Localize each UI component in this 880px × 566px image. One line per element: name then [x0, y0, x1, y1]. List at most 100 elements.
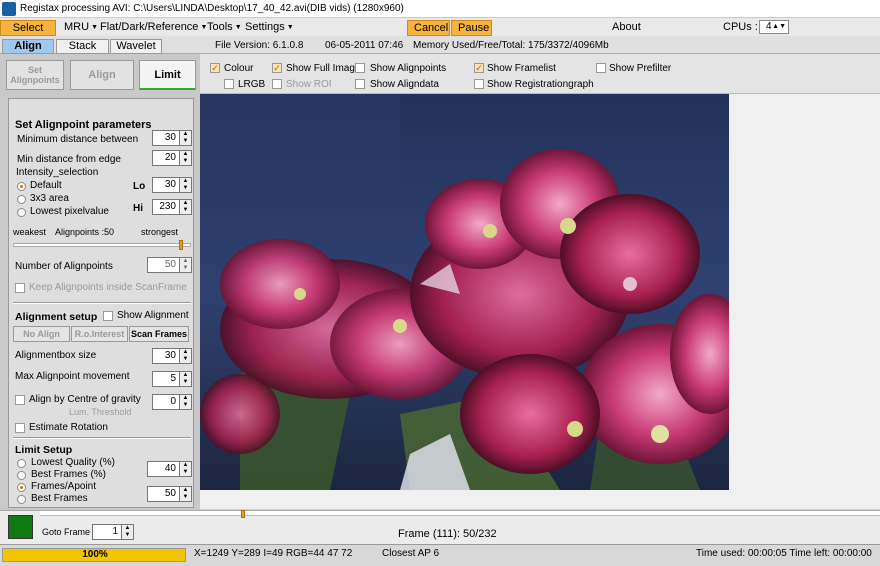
lowest-quality-label: Lowest Quality (%)	[31, 457, 115, 468]
menu-about[interactable]: About	[606, 20, 647, 36]
hi-value: 230	[159, 201, 176, 212]
show-prefilter-checkbox[interactable]	[596, 63, 606, 73]
show-aligndata-checkbox[interactable]	[355, 79, 365, 89]
menu-flat-dark-reference[interactable]: Flat/Dark/Reference ▼	[94, 20, 213, 36]
min-distance-between-value: 30	[164, 132, 176, 143]
set-alignpoints-button[interactable]: Set Alignpoints	[6, 60, 64, 90]
window-title: Registax processing AVI: C:\Users\LINDA\…	[20, 3, 404, 14]
min-distance-between-stepper[interactable]: 30 ▲ ▼	[152, 130, 192, 146]
no-align-button[interactable]: No Align	[13, 326, 70, 342]
menu-settings-label: Settings	[245, 21, 285, 33]
parameters-frame: Set Alignpoint parameters Minimum distan…	[8, 98, 194, 508]
alignpoints-slider-track[interactable]	[13, 240, 191, 250]
show-registrationgraph-label: Show Registrationgraph	[487, 79, 594, 90]
align-button[interactable]: Align	[70, 60, 134, 90]
option-3x3-label: 3x3 area	[30, 193, 69, 204]
file-version: File Version: 6.1.0.8	[215, 40, 304, 51]
estimate-rotation-label: Estimate Rotation	[29, 422, 108, 433]
alignmentbox-size-label: Alignmentbox size	[15, 350, 97, 361]
estimate-rotation-checkbox[interactable]	[15, 423, 25, 433]
pause-button[interactable]: Pause	[451, 20, 492, 36]
stepper-icon: ▲▼	[179, 178, 191, 192]
min-distance-edge-stepper[interactable]: 20 ▲ ▼	[152, 150, 192, 166]
menu-select[interactable]: Select	[0, 20, 56, 36]
divider	[13, 437, 191, 439]
radio-default[interactable]	[17, 182, 26, 191]
num-alignpoints-stepper[interactable]: 50 ▲ ▼	[147, 257, 192, 273]
centre-gravity-checkbox[interactable]	[15, 395, 25, 405]
frame-info: Frame (111): 50/232	[398, 528, 497, 540]
chevron-down-icon: ▼	[286, 24, 294, 31]
frame-image[interactable]	[200, 94, 729, 490]
show-full-image-checkbox[interactable]: ✓	[272, 63, 282, 73]
scan-frames-button[interactable]: Scan Frames	[129, 326, 189, 342]
tab-stack[interactable]: Stack	[56, 39, 109, 54]
alignmentbox-size-stepper[interactable]: 30 ▲ ▼	[152, 348, 192, 364]
memory-info: Memory Used/Free/Total: 175/3372/4096Mb	[413, 40, 609, 51]
cpus-label: CPUs :	[723, 21, 758, 33]
max-movement-stepper[interactable]: 5 ▲ ▼	[152, 371, 192, 387]
limit-value-2: 50	[164, 488, 176, 499]
lrgb-checkbox[interactable]	[224, 79, 234, 89]
bottom-bar: Goto Frame 1 ▲ ▼ Frame (111): 50/232	[0, 510, 880, 544]
goto-frame-stepper[interactable]: 1 ▲ ▼	[92, 524, 134, 540]
show-alignment-label: Show Alignment	[117, 310, 189, 321]
best-frames-label: Best Frames	[31, 493, 88, 504]
limit-value-1-stepper[interactable]: 40 ▲ ▼	[147, 461, 192, 477]
show-framelist-checkbox[interactable]: ✓	[474, 63, 484, 73]
radio-frames-apoint[interactable]	[17, 483, 26, 492]
cancel-button[interactable]: Cancel	[407, 20, 450, 36]
lo-value: 30	[164, 179, 176, 190]
option-default-label: Default	[30, 180, 62, 191]
show-alignpoints-label: Show Alignpoints	[370, 63, 447, 74]
radio-3x3[interactable]	[17, 195, 26, 204]
limit-setup-heading: Limit Setup	[15, 444, 73, 456]
limit-button[interactable]: Limit	[139, 60, 196, 90]
goto-frame-value: 1	[112, 526, 118, 537]
strongest-label: strongest	[141, 227, 179, 237]
time-info: Time used: 00:00:05 Time left: 00:00:00	[696, 548, 872, 559]
menu-settings[interactable]: Settings ▼	[239, 20, 300, 36]
menu-tools-label: Tools	[207, 21, 233, 33]
frames-apoint-label: Frames/Apoint	[31, 481, 97, 492]
goto-frame-label: Goto Frame	[42, 527, 91, 537]
show-roi-checkbox[interactable]	[272, 79, 282, 89]
color-swatch	[8, 515, 33, 539]
radio-lowest-pixel[interactable]	[17, 208, 26, 217]
max-movement-value: 5	[170, 373, 176, 384]
frame-slider-thumb[interactable]	[240, 510, 245, 518]
lum-threshold-label: Lum. Threshold	[69, 407, 132, 417]
tab-align[interactable]: Align	[2, 39, 54, 54]
title-bar: Registax processing AVI: C:\Users\LINDA\…	[0, 0, 880, 18]
show-prefilter-label: Show Prefilter	[609, 63, 672, 74]
divider	[13, 302, 191, 304]
stepper-icon: ▲▼	[179, 349, 191, 363]
show-roi-label: Show ROI	[286, 79, 332, 90]
radio-best-frames-pct[interactable]	[17, 471, 26, 480]
stepper-icon: ▲▼	[179, 151, 191, 165]
colour-checkbox[interactable]: ✓	[210, 63, 220, 73]
show-alignpoints-checkbox[interactable]	[355, 63, 365, 73]
coords-readout: X=1249 Y=289 I=49 RGB=44 47 72	[194, 548, 353, 559]
roi-button[interactable]: R.o.Interest	[71, 326, 128, 342]
radio-best-frames[interactable]	[17, 495, 26, 504]
limit-value-2-stepper[interactable]: 50 ▲ ▼	[147, 486, 192, 502]
radio-lowest-quality[interactable]	[17, 459, 26, 468]
cpus-stepper[interactable]: 4 ▲▼	[759, 20, 789, 34]
menu-bar: Select MRU ▼ Flat/Dark/Reference ▼ Tools ▼ …	[0, 18, 880, 36]
alignpoints-slider-thumb[interactable]	[179, 240, 184, 250]
frame-slider-track[interactable]	[40, 510, 880, 518]
show-registrationgraph-checkbox[interactable]	[474, 79, 484, 89]
weakest-label: weakest	[13, 227, 47, 237]
image-viewer[interactable]	[200, 94, 880, 509]
option-lowest-pixel-label: Lowest pixelvalue	[30, 206, 109, 217]
lo-stepper[interactable]: 30 ▲ ▼	[152, 177, 192, 193]
centre-gravity-stepper[interactable]: 0 ▲ ▼	[152, 394, 192, 410]
min-distance-edge-value: 20	[164, 152, 176, 163]
num-alignpoints-label: Number of Alignpoints	[15, 261, 113, 272]
hi-stepper[interactable]: 230 ▲ ▼	[152, 199, 192, 215]
show-alignment-checkbox[interactable]	[103, 311, 113, 321]
keep-inside-checkbox[interactable]	[15, 283, 25, 293]
alignpoint-params-heading: Set Alignpoint parameters	[15, 119, 152, 131]
tab-wavelet[interactable]: Wavelet	[110, 39, 162, 54]
